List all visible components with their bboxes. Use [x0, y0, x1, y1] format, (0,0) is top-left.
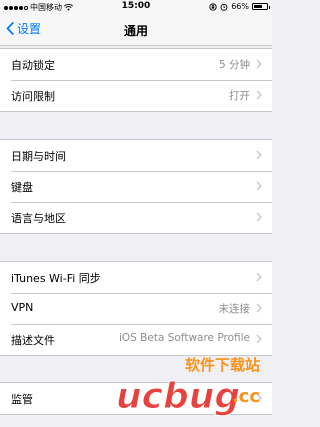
chevron-right-icon [256, 90, 262, 100]
settings-row-itunes-wifi-sync[interactable]: iTunes Wi-Fi 同步 [0, 262, 272, 293]
chevron-right-icon [256, 334, 262, 344]
chevron-right-icon [256, 212, 262, 222]
watermark-logo: 软件下载站 ucbug .cc [116, 356, 261, 418]
settings-row-auto-lock[interactable]: 自动锁定 5 分钟 [0, 49, 272, 80]
settings-group-region: 日期与时间 键盘 语言与地区 [0, 139, 272, 234]
chevron-right-icon [256, 181, 262, 191]
chevron-right-icon [256, 150, 262, 160]
status-right: 66% [209, 2, 270, 11]
settings-row-keyboard[interactable]: 键盘 [0, 171, 272, 202]
row-label: 键盘 [11, 181, 33, 194]
chevron-right-icon [256, 303, 262, 313]
settings-row-vpn[interactable]: VPN 未连接 [0, 293, 272, 324]
row-value: 未连接 [218, 303, 251, 315]
alarm-icon [220, 3, 228, 11]
settings-row-date-time[interactable]: 日期与时间 [0, 140, 272, 171]
settings-group-lock: 自动锁定 5 分钟 访问限制 打开 [0, 48, 272, 112]
row-label: 日期与时间 [11, 150, 66, 163]
status-bar: 中国移动 15:00 66% [0, 0, 272, 14]
watermark-domain: .cc [232, 386, 260, 407]
row-value: 5 分钟 [218, 59, 250, 71]
row-label: 自动锁定 [11, 59, 55, 72]
battery-fill [254, 5, 262, 8]
row-value: iOS Beta Software Profile [118, 332, 250, 344]
battery-percent: 66% [231, 2, 249, 11]
row-label: 语言与地区 [11, 212, 66, 225]
row-label: 监管 [11, 393, 33, 406]
lock-rotation-icon [209, 2, 217, 11]
chevron-right-icon [256, 272, 262, 282]
chevron-right-icon [256, 59, 262, 69]
row-label: iTunes Wi-Fi 同步 [11, 272, 101, 285]
settings-row-language-region[interactable]: 语言与地区 [0, 202, 272, 233]
settings-row-restrictions[interactable]: 访问限制 打开 [0, 80, 272, 111]
row-label: 描述文件 [11, 334, 55, 347]
battery-icon [252, 3, 270, 10]
page-title: 通用 [123, 24, 148, 38]
watermark-logo-text: ucbug [116, 376, 240, 417]
row-label: VPN [11, 301, 34, 314]
row-value: 打开 [229, 90, 250, 102]
row-label: 访问限制 [11, 90, 55, 103]
settings-group-network: iTunes Wi-Fi 同步 VPN 未连接 描述文件 iOS Beta So… [0, 261, 272, 356]
watermark-text-cn: 软件下载站 [185, 356, 260, 374]
navigation-bar: 设置 通用 [0, 14, 272, 46]
